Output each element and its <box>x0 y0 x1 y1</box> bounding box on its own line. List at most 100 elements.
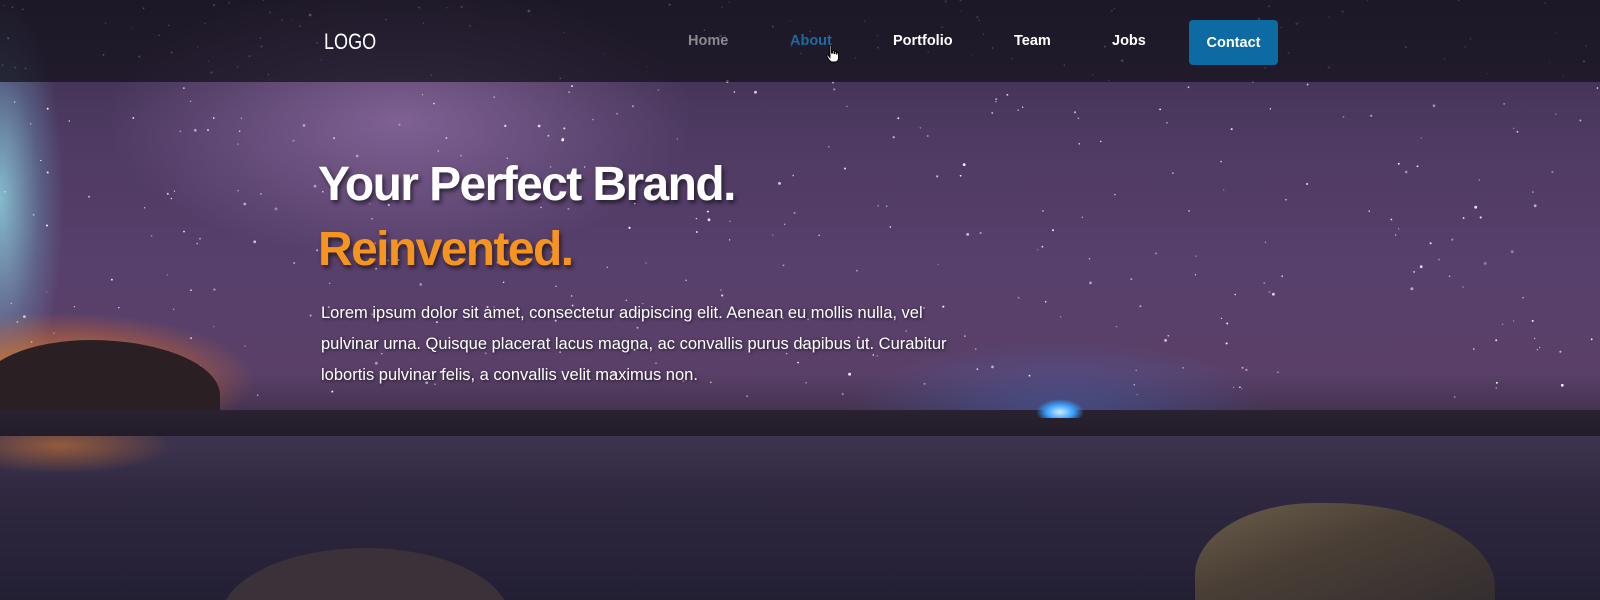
star-dot <box>937 263 939 266</box>
star-dot <box>1462 286 1464 288</box>
star-dot <box>537 124 541 128</box>
hero-subheadline: Reinvented. <box>318 223 574 276</box>
star-dot <box>1478 179 1481 181</box>
star-dot <box>302 124 306 127</box>
star-dot <box>329 282 331 285</box>
star-dot <box>1368 210 1370 212</box>
star-dot <box>30 341 33 343</box>
nav-link-home[interactable]: Home <box>688 33 728 49</box>
star-dot <box>1017 109 1019 112</box>
star-dot <box>179 130 182 133</box>
hero-lead-paragraph: Lorem ipsum dolor sit amet, consectetur … <box>321 304 947 384</box>
star-dot <box>1281 275 1283 277</box>
star-dot <box>676 138 679 140</box>
contact-button[interactable]: Contact <box>1189 20 1278 65</box>
star-dot <box>166 274 169 276</box>
star-dot <box>1404 170 1408 174</box>
star-dot <box>502 281 505 284</box>
star-dot <box>1115 325 1118 328</box>
star-dot <box>1495 387 1497 389</box>
star-dot <box>16 320 19 323</box>
star-dot <box>88 195 90 198</box>
star-dot <box>889 226 892 228</box>
star-dot <box>213 326 215 328</box>
star-dot <box>1395 234 1397 236</box>
star-dot <box>995 98 998 101</box>
star-dot <box>1041 245 1044 248</box>
star-dot <box>371 218 373 220</box>
star-dot <box>173 308 175 310</box>
star-dot <box>995 101 997 103</box>
star-dot <box>1234 293 1236 296</box>
star-dot <box>1133 383 1136 386</box>
star-dot <box>892 136 895 139</box>
nav-link-jobs[interactable]: Jobs <box>1112 33 1146 49</box>
star-dot <box>1495 339 1498 342</box>
star-dot <box>46 107 49 110</box>
star-dot <box>213 288 216 291</box>
star-dot <box>959 174 962 177</box>
star-dot <box>1089 281 1092 285</box>
star-dot <box>1474 205 1478 209</box>
star-dot <box>46 291 48 293</box>
star-dot <box>1533 204 1537 208</box>
star-dot <box>1088 258 1091 260</box>
star-dot <box>30 123 32 125</box>
star-dot <box>746 395 748 397</box>
star-dot <box>1241 366 1244 369</box>
star-dot <box>793 211 796 215</box>
star-dot <box>433 102 435 105</box>
nav-link-team[interactable]: Team <box>1014 33 1051 49</box>
star-dot <box>333 137 335 139</box>
star-dot <box>733 91 736 93</box>
star-dot <box>1159 108 1161 111</box>
star-dot <box>1223 189 1225 191</box>
site-logo[interactable]: LOGO <box>324 29 376 55</box>
star-dot <box>183 87 185 89</box>
star-dot <box>645 262 647 264</box>
star-dot <box>493 96 496 98</box>
star-dot <box>833 88 836 91</box>
star-dot <box>616 112 619 115</box>
star-dot <box>1419 265 1423 269</box>
blue-horizon-light <box>1030 396 1090 418</box>
star-dot <box>1226 322 1229 325</box>
star-dot <box>991 365 994 369</box>
star-dot <box>150 234 153 237</box>
star-dot <box>237 189 239 192</box>
star-dot <box>1370 114 1373 117</box>
star-dot <box>1114 194 1116 196</box>
star-dot <box>309 314 312 317</box>
star-dot <box>1081 216 1084 219</box>
star-dot <box>1139 305 1142 308</box>
star-dot <box>547 134 550 137</box>
star-dot <box>212 117 215 119</box>
star-dot <box>897 117 900 120</box>
star-dot <box>1390 218 1393 221</box>
star-dot <box>846 105 848 108</box>
nav-link-portfolio[interactable]: Portfolio <box>893 33 953 49</box>
star-dot <box>1078 143 1081 145</box>
star-dot <box>196 242 198 245</box>
star-dot <box>207 129 209 132</box>
star-dot <box>1166 121 1168 124</box>
star-dot <box>631 105 634 108</box>
star-dot <box>1432 104 1436 108</box>
star-dot <box>68 120 71 122</box>
star-dot <box>991 112 994 114</box>
star-dot <box>183 230 185 233</box>
star-dot <box>1059 316 1062 318</box>
star-dot <box>1503 102 1506 105</box>
star-dot <box>13 101 16 103</box>
star-dot <box>721 294 724 297</box>
star-dot <box>1006 93 1009 96</box>
star-dot <box>1495 381 1498 384</box>
star-dot <box>1397 162 1400 165</box>
star-dot <box>240 117 242 119</box>
star-dot <box>1130 278 1133 281</box>
star-dot <box>563 127 566 130</box>
star-dot <box>979 231 982 235</box>
star-dot <box>1448 275 1451 278</box>
star-dot <box>1454 396 1456 398</box>
star-dot <box>1164 339 1167 342</box>
